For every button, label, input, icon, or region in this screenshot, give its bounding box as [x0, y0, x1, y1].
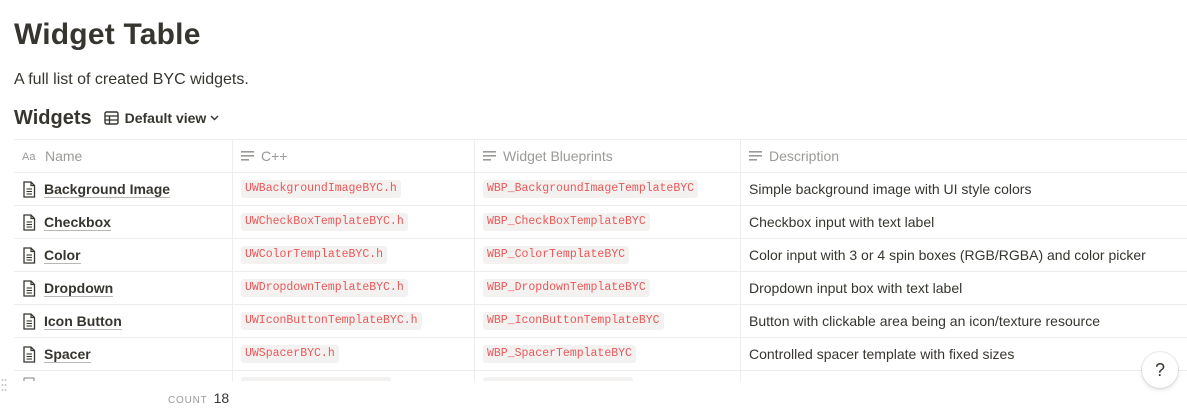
- text-property-icon: [241, 151, 254, 161]
- table-header-row: Aa Name C++ Widget Blueprints Descriptio…: [14, 139, 1187, 173]
- row-name[interactable]: Background Image: [44, 181, 171, 198]
- table-row[interactable]: Icon Button UWIconButtonTemplateBYC.h WBP_…: [14, 305, 1187, 338]
- cpp-file-code: UWBackgroundImageBYC.h: [241, 180, 401, 198]
- row-cpp-cell[interactable]: UWIconButtonTemplateBYC.h: [233, 305, 475, 337]
- title-property-icon: Aa: [22, 151, 36, 162]
- table-count[interactable]: COUNT 18: [168, 390, 229, 406]
- page-icon: [23, 180, 36, 198]
- row-name[interactable]: Spacer: [44, 346, 91, 363]
- database-title[interactable]: Widgets: [14, 107, 92, 130]
- count-label: COUNT: [168, 395, 208, 406]
- row-description-cell[interactable]: Checkbox input with text label: [741, 206, 1187, 238]
- text-property-icon: [483, 151, 496, 161]
- table-row[interactable]: Spacer UWSpacerBYC.h WBP_SpacerTemplateBYC…: [14, 338, 1187, 371]
- svg-text:Aa: Aa: [22, 151, 36, 162]
- row-description-cell[interactable]: Simple background image with UI style co…: [741, 173, 1187, 205]
- table-row[interactable]: Color UWColorTemplateBYC.h WBP_ColorTempla…: [14, 239, 1187, 272]
- column-header-label: Name: [45, 148, 83, 164]
- column-header-label: Widget Blueprints: [503, 148, 613, 164]
- text-property-icon: [749, 151, 762, 161]
- blueprint-code: WBP_IconButtonTemplateBYC: [483, 312, 664, 330]
- view-label: Default view: [124, 110, 207, 126]
- row-cpp-cell[interactable]: UWCheckBoxTemplateBYC.h: [233, 206, 475, 238]
- row-description-cell[interactable]: Color input with 3 or 4 spin boxes (RGB/…: [741, 239, 1187, 271]
- table-row[interactable]: Dropdown UWDropdownTemplateBYC.h WBP_Dropd…: [14, 272, 1187, 305]
- row-cpp-cell[interactable]: UWColorTemplateBYC.h: [233, 239, 475, 271]
- table-row-partial: [14, 371, 1187, 381]
- page-icon: [23, 345, 36, 363]
- page-title: Widget Table: [14, 18, 201, 51]
- row-description-cell[interactable]: Controlled spacer template with fixed si…: [741, 338, 1187, 370]
- help-button[interactable]: ?: [1142, 352, 1178, 388]
- column-header-name[interactable]: Aa Name: [14, 140, 233, 172]
- row-name[interactable]: Icon Button: [44, 313, 122, 330]
- table-row[interactable]: Background Image UWBackgroundImageBYC.h WB…: [14, 173, 1187, 206]
- row-cpp-cell[interactable]: UWSpacerBYC.h: [233, 338, 475, 370]
- row-description: Dropdown input box with text label: [749, 280, 963, 296]
- table-view-icon: [103, 111, 119, 125]
- row-description: Color input with 3 or 4 spin boxes (RGB/…: [749, 247, 1146, 263]
- row-name-cell[interactable]: Spacer: [14, 338, 233, 370]
- drag-handle-icon[interactable]: [1, 378, 7, 392]
- page-icon: [23, 279, 36, 297]
- chevron-down-icon: [210, 115, 219, 121]
- row-name[interactable]: Dropdown: [44, 280, 114, 297]
- row-name-cell[interactable]: Background Image: [14, 173, 233, 205]
- row-description-cell[interactable]: Dropdown input box with text label: [741, 272, 1187, 304]
- column-header-blueprints[interactable]: Widget Blueprints: [475, 140, 741, 172]
- row-description-cell[interactable]: Button with clickable area being an icon…: [741, 305, 1187, 337]
- cpp-file-code: UWDropdownTemplateBYC.h: [241, 279, 408, 297]
- page-icon: [23, 213, 36, 231]
- row-name-cell[interactable]: Checkbox: [14, 206, 233, 238]
- row-blueprint-cell[interactable]: WBP_DropdownTemplateBYC: [475, 272, 741, 304]
- page-icon: [23, 312, 36, 330]
- view-switcher[interactable]: Default view: [103, 110, 226, 126]
- row-description: Checkbox input with text label: [749, 214, 935, 230]
- row-description: Controlled spacer template with fixed si…: [749, 346, 1015, 362]
- database-header: Widgets Default view: [14, 105, 225, 131]
- cpp-file-code: UWColorTemplateBYC.h: [241, 246, 388, 264]
- widgets-table: Aa Name C++ Widget Blueprints Descriptio…: [14, 139, 1187, 381]
- row-blueprint-cell[interactable]: WBP_IconButtonTemplateBYC: [475, 305, 741, 337]
- row-name-cell[interactable]: Dropdown: [14, 272, 233, 304]
- row-cpp-cell[interactable]: UWBackgroundImageBYC.h: [233, 173, 475, 205]
- row-cpp-cell[interactable]: UWDropdownTemplateBYC.h: [233, 272, 475, 304]
- row-blueprint-cell[interactable]: WBP_BackgroundImageTemplateBYC: [475, 173, 741, 205]
- page-icon: [23, 246, 36, 264]
- column-header-cpp[interactable]: C++: [233, 140, 475, 172]
- blueprint-code: WBP_SpacerTemplateBYC: [483, 345, 636, 363]
- cpp-file-code: UWIconButtonTemplateBYC.h: [241, 312, 422, 330]
- column-header-description[interactable]: Description: [741, 140, 1187, 172]
- cpp-file-code: UWSpacerBYC.h: [241, 345, 339, 363]
- column-header-label: C++: [261, 148, 288, 164]
- row-description: Simple background image with UI style co…: [749, 181, 1032, 197]
- page-subtitle: A full list of created BYC widgets.: [14, 71, 249, 88]
- table-row[interactable]: Checkbox UWCheckBoxTemplateBYC.h WBP_Check…: [14, 206, 1187, 239]
- row-blueprint-cell[interactable]: WBP_SpacerTemplateBYC: [475, 338, 741, 370]
- row-name[interactable]: Color: [44, 247, 81, 264]
- column-header-label: Description: [769, 148, 840, 164]
- row-blueprint-cell[interactable]: WBP_ColorTemplateBYC: [475, 239, 741, 271]
- row-description: Button with clickable area being an icon…: [749, 313, 1100, 329]
- blueprint-code: WBP_DropdownTemplateBYC: [483, 279, 650, 297]
- page-icon: [23, 377, 35, 381]
- blueprint-code: WBP_ColorTemplateBYC: [483, 246, 630, 264]
- row-blueprint-cell[interactable]: WBP_CheckBoxTemplateBYC: [475, 206, 741, 238]
- blueprint-code: WBP_CheckBoxTemplateBYC: [483, 213, 650, 231]
- count-value: 18: [213, 390, 230, 406]
- row-name-cell[interactable]: Color: [14, 239, 233, 271]
- row-name-cell[interactable]: Icon Button: [14, 305, 233, 337]
- blueprint-code: WBP_BackgroundImageTemplateBYC: [483, 180, 699, 198]
- cpp-file-code: UWCheckBoxTemplateBYC.h: [241, 213, 408, 231]
- row-name[interactable]: Checkbox: [44, 214, 111, 231]
